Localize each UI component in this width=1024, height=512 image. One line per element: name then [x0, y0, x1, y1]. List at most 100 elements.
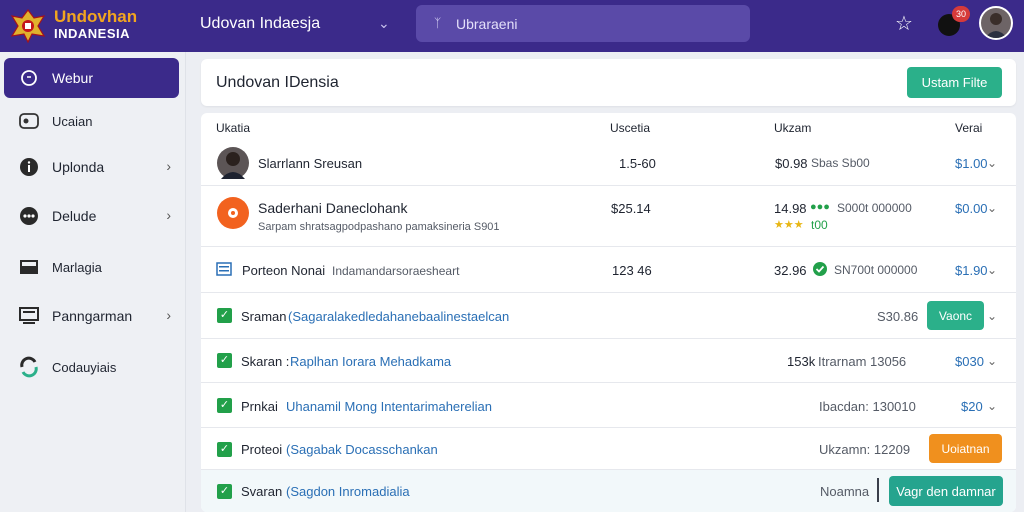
- column-header[interactable]: Ukatia: [216, 121, 250, 135]
- row-detail: Ukzamn: 12209: [819, 442, 911, 457]
- check-circle-icon: [812, 261, 828, 280]
- row-price[interactable]: $0.00: [955, 201, 988, 216]
- row-detail: SN700t 000000: [834, 263, 918, 277]
- sidebar-item-uplonda[interactable]: Uplonda ›: [4, 147, 179, 187]
- row-name: Saderhani Daneclohank: [258, 200, 408, 216]
- table-row[interactable]: ✓ Sraman (Sagaralakedledahanebaalinestae…: [201, 293, 1016, 339]
- row-lead: Sraman: [241, 309, 287, 324]
- checkbox[interactable]: ✓: [217, 442, 232, 457]
- row-link[interactable]: (Sagabak Docasschankan: [286, 442, 438, 457]
- row-lead: Skaran :: [241, 354, 290, 369]
- row-amount: 153k: [787, 354, 816, 369]
- chevron-down-icon[interactable]: ⌄: [987, 399, 997, 413]
- sidebar-item-delude[interactable]: Delude ›: [4, 196, 179, 236]
- row-action-button[interactable]: Uoiatnan: [929, 434, 1002, 463]
- row-subtitle: Indamandarsoraesheart: [332, 264, 460, 278]
- row-value: $25.14: [611, 201, 651, 216]
- notifications-button[interactable]: 30: [936, 6, 970, 38]
- chevron-right-icon: ›: [166, 307, 171, 323]
- brand-line-1: Undovhan: [54, 7, 138, 26]
- chevron-down-icon[interactable]: ⌄: [987, 309, 997, 323]
- sidebar-item-webur[interactable]: Webur: [4, 58, 179, 98]
- top-bar: Undovhan INDANESIA Udovan Indaesja ⌄ ᛉ ☆…: [0, 0, 1024, 52]
- chevron-down-icon[interactable]: ⌄: [987, 201, 997, 215]
- chevron-right-icon: ›: [166, 158, 171, 174]
- search-icon: ᛉ: [434, 16, 442, 30]
- rating-stars-icon: ★★★: [774, 219, 804, 231]
- table-row[interactable]: Porteon Nonai Indamandarsoraesheart 123 …: [201, 247, 1016, 293]
- chevron-down-icon[interactable]: ⌄: [987, 354, 997, 368]
- garuda-logo-icon: [8, 6, 48, 46]
- primary-action-button[interactable]: Ustam Filte: [907, 67, 1002, 98]
- chevron-down-icon[interactable]: ⌄: [987, 263, 997, 277]
- checkbox[interactable]: ✓: [217, 398, 232, 413]
- avatar: [217, 147, 249, 179]
- row-detail: Noamna: [820, 484, 870, 499]
- chevron-down-icon[interactable]: ⌄: [378, 15, 390, 32]
- rating-dots-icon: ●●●: [810, 201, 830, 213]
- chevron-down-icon[interactable]: ⌄: [987, 156, 997, 170]
- column-header[interactable]: Verai: [955, 121, 982, 135]
- sidebar-item-ucaian[interactable]: Ucaian: [4, 101, 179, 141]
- sidebar: Webur Ucaian Uplonda › Delude › Marlagia…: [0, 52, 186, 512]
- row-link[interactable]: Raplhan Iorara Mehadkama: [290, 354, 451, 369]
- document-icon: [216, 261, 232, 280]
- dots-icon: [18, 205, 40, 227]
- row-action-button[interactable]: Vaonc: [927, 301, 984, 330]
- sidebar-item-label: Delude: [52, 208, 97, 224]
- sidebar-item-panngarman[interactable]: Panngarman ›: [4, 296, 179, 336]
- checkbox[interactable]: ✓: [217, 353, 232, 368]
- row-link[interactable]: (Sagdon Inromadialia: [286, 484, 410, 499]
- star-icon[interactable]: ☆: [895, 11, 913, 36]
- chat-icon: [18, 67, 40, 89]
- table-row[interactable]: ✓ Skaran : Raplhan Iorara Mehadkama 153k…: [201, 339, 1016, 383]
- row-detail: S000t 000000: [837, 201, 912, 215]
- brand-name[interactable]: Undovhan INDANESIA: [54, 8, 137, 40]
- layout-icon: [18, 256, 40, 278]
- monitor-icon: [18, 305, 40, 327]
- checkbox[interactable]: ✓: [217, 308, 232, 323]
- avatar: [217, 197, 249, 229]
- table-row[interactable]: ✓ Prnkai Uhanamil Mong Intentarimahereli…: [201, 383, 1016, 428]
- sidebar-item-label: Webur: [52, 70, 93, 86]
- row-price[interactable]: $1.90: [955, 263, 988, 278]
- page-header: Undovan IDensia Ustam Filte: [201, 59, 1016, 106]
- divider: [877, 478, 879, 502]
- row-value: 1.5-60: [619, 156, 656, 171]
- column-header[interactable]: Ukzam: [774, 121, 811, 135]
- notification-badge: 30: [952, 6, 970, 22]
- table-row[interactable]: Saderhani Daneclohank Sarpam shratsagpod…: [201, 186, 1016, 247]
- swap-icon: [18, 356, 40, 378]
- row-price[interactable]: $1.00: [955, 156, 988, 171]
- row-name: Porteon Nonai: [242, 263, 326, 278]
- row-value: 123 46: [612, 263, 652, 278]
- data-table: Ukatia Uscetia Ukzam Verai Slarrlann Sre…: [201, 113, 1016, 512]
- row-tag: t00: [811, 218, 828, 232]
- row-lead: Svaran: [241, 484, 283, 499]
- row-detail: Sbas Sb00: [811, 156, 870, 170]
- table-row[interactable]: ✓ Svaran (Sagdon Inromadialia Noamna Vag…: [201, 470, 1016, 512]
- table-row[interactable]: Slarrlann Sreusan 1.5-60 $0.98 Sbas Sb00…: [201, 140, 1016, 186]
- row-detail: Itrarnam 13056: [818, 354, 907, 369]
- user-avatar[interactable]: [979, 6, 1013, 40]
- row-action-button[interactable]: Vagr den damnar: [889, 476, 1003, 506]
- row-amount: 14.98: [774, 201, 807, 216]
- search-box[interactable]: ᛉ: [416, 5, 750, 42]
- dashboard-icon: [18, 110, 40, 132]
- workspace-title[interactable]: Udovan Indaesja: [200, 15, 320, 33]
- row-price[interactable]: $20: [961, 399, 983, 414]
- row-price[interactable]: $030: [955, 354, 984, 369]
- column-header[interactable]: Uscetia: [610, 121, 650, 135]
- sidebar-item-marlagia[interactable]: Marlagia: [4, 247, 179, 287]
- search-input[interactable]: [456, 13, 736, 35]
- table-row[interactable]: ✓ Proteoi (Sagabak Docasschankan Ukzamn:…: [201, 428, 1016, 470]
- checkbox[interactable]: ✓: [217, 484, 232, 499]
- row-amount: 32.96: [774, 263, 807, 278]
- info-icon: [18, 156, 40, 178]
- row-link[interactable]: (Sagaralakedledahanebaalinestaelcan: [288, 309, 509, 324]
- sidebar-item-label: Codauyiais: [52, 359, 117, 375]
- sidebar-item-label: Panngarman: [52, 308, 133, 324]
- sidebar-item-codauyiais[interactable]: Codauyiais: [4, 347, 179, 387]
- row-amount: $0.98: [775, 156, 808, 171]
- row-link[interactable]: Uhanamil Mong Intentarimaherelian: [286, 399, 492, 414]
